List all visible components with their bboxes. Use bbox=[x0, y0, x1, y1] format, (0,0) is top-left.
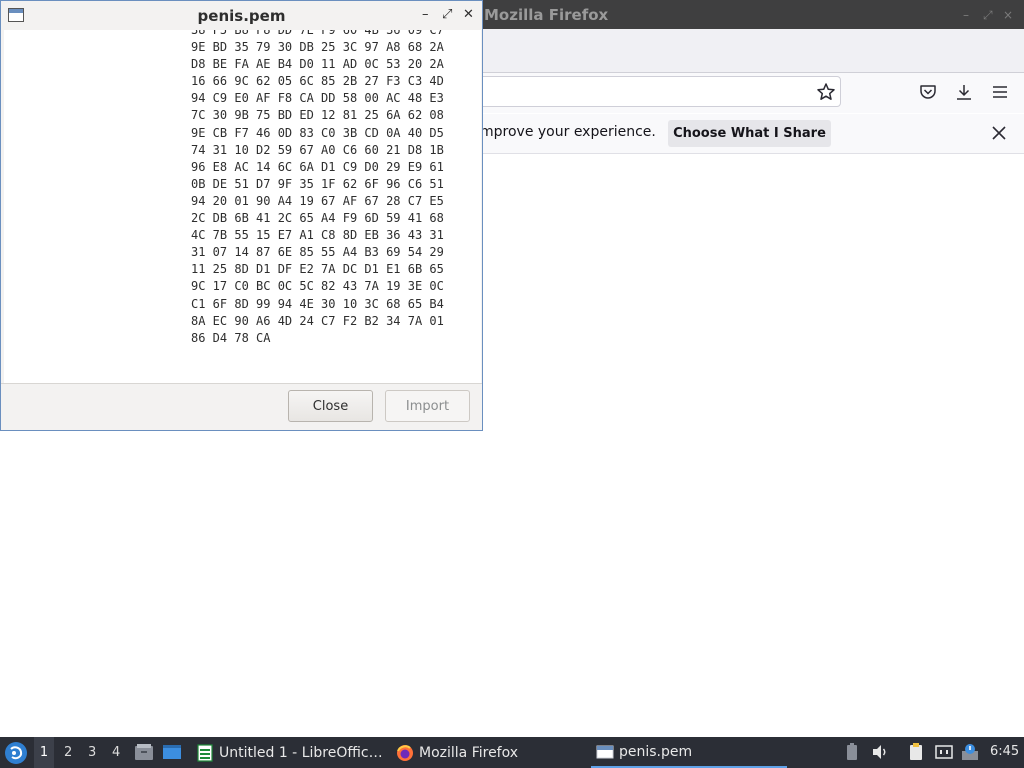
firefox-icon bbox=[397, 744, 413, 761]
start-menu-icon[interactable] bbox=[3, 740, 29, 766]
clock: 6:45 bbox=[990, 744, 1020, 759]
workspace-1[interactable]: 1 bbox=[34, 737, 54, 768]
hex-dump-view[interactable]: 38 F5 B8 F8 DD 7E F9 60 4B 36 09 C7 9E B… bbox=[4, 30, 481, 383]
firefox-url-bar[interactable] bbox=[470, 76, 841, 107]
firefox-maximize-button[interactable]: ⤢ bbox=[983, 8, 993, 23]
firefox-close-button[interactable]: × bbox=[1003, 8, 1013, 22]
file-manager-icon[interactable] bbox=[134, 743, 154, 761]
workspace-4[interactable]: 4 bbox=[112, 745, 120, 760]
certificate-dialog: penis.pem – ⤢ ✕ 38 F5 B8 F8 DD 7E F9 60 … bbox=[0, 0, 483, 431]
dialog-titlebar[interactable]: penis.pem – ⤢ ✕ bbox=[1, 1, 482, 30]
taskbar-task-libreoffice[interactable]: Untitled 1 - LibreOffic… bbox=[196, 737, 383, 768]
notification-text: mprove your experience. bbox=[480, 124, 656, 140]
downloads-icon[interactable] bbox=[954, 82, 974, 102]
close-icon[interactable]: ✕ bbox=[463, 7, 474, 22]
hex-dump-text: 38 F5 B8 F8 DD 7E F9 60 4B 36 09 C7 9E B… bbox=[191, 30, 444, 345]
menu-icon[interactable] bbox=[990, 82, 1010, 102]
dialog-title: penis.pem bbox=[197, 7, 286, 25]
firefox-minimize-button[interactable]: – bbox=[963, 8, 969, 22]
taskbar-task-label: penis.pem bbox=[619, 743, 693, 760]
pocket-icon[interactable] bbox=[918, 82, 938, 102]
import-button[interactable]: Import bbox=[385, 390, 470, 422]
volume-icon[interactable] bbox=[871, 743, 889, 761]
battery-icon[interactable] bbox=[843, 743, 861, 761]
close-button[interactable]: Close bbox=[288, 390, 373, 422]
taskbar-task-firefox[interactable]: Mozilla Firefox bbox=[396, 737, 518, 768]
update-notification-icon[interactable] bbox=[961, 743, 979, 761]
maximize-icon[interactable]: ⤢ bbox=[442, 7, 452, 22]
taskbar-task-label: Untitled 1 - LibreOffic… bbox=[219, 744, 383, 761]
choose-what-i-share-button[interactable]: Choose What I Share bbox=[668, 120, 831, 147]
workspace-2[interactable]: 2 bbox=[64, 745, 72, 760]
notification-close-icon[interactable] bbox=[990, 124, 1008, 142]
bookmark-star-icon[interactable] bbox=[816, 82, 836, 102]
network-icon[interactable] bbox=[935, 743, 953, 761]
firefox-window-title: Mozilla Firefox bbox=[484, 6, 609, 24]
taskbar-task-penis-pem[interactable]: penis.pem bbox=[591, 737, 787, 768]
show-desktop-icon[interactable] bbox=[162, 743, 182, 761]
clipboard-icon[interactable] bbox=[907, 743, 925, 761]
workspace-3[interactable]: 3 bbox=[88, 745, 96, 760]
minimize-icon[interactable]: – bbox=[422, 7, 429, 22]
window-icon bbox=[596, 745, 614, 758]
libreoffice-calc-icon bbox=[197, 743, 213, 762]
taskbar-task-label: Mozilla Firefox bbox=[419, 744, 519, 761]
